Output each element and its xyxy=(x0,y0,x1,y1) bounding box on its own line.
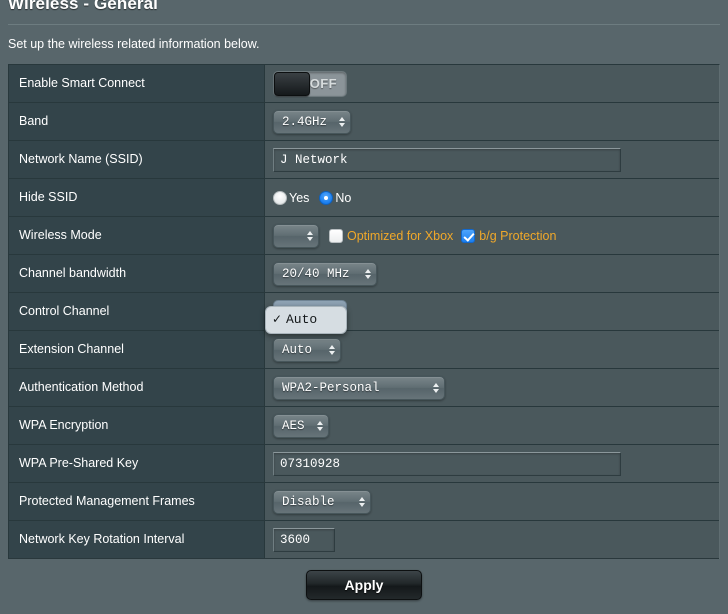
row-wpa-pre-shared-key: WPA Pre-Shared Key 07310928 xyxy=(9,445,719,483)
label-control-channel: Control Channel xyxy=(9,293,265,330)
label-channel-bandwidth: Channel bandwidth xyxy=(9,255,265,292)
control-channel-select-wrapper: ✓ Auto xyxy=(265,299,347,334)
protected-management-frames-select-value: Disable xyxy=(282,494,335,509)
checkbox-optimized-for-xbox[interactable]: Optimized for Xbox xyxy=(329,228,454,243)
checkbox-icon-xbox xyxy=(329,228,343,243)
value-authentication-method: WPA2-Personal xyxy=(265,369,719,406)
label-wireless-mode: Wireless Mode xyxy=(9,217,265,254)
hide-ssid-option-no[interactable]: No xyxy=(319,190,352,205)
page-title: Wireless - General xyxy=(8,0,158,13)
channel-bandwidth-select-value: 20/40 MHz xyxy=(282,266,350,281)
wpa-encryption-select-value: AES xyxy=(282,418,305,433)
value-enable-smart-connect: OFF xyxy=(265,65,719,102)
dropdown-item-auto-label: Auto xyxy=(286,311,318,327)
label-extension-channel: Extension Channel xyxy=(9,331,265,368)
row-authentication-method: Authentication Method WPA2-Personal xyxy=(9,369,719,407)
row-network-name: Network Name (SSID) J Network xyxy=(9,141,719,179)
apply-button-container: Apply xyxy=(0,570,728,600)
chevron-updown-icon xyxy=(339,116,345,127)
row-extension-channel: Extension Channel Auto xyxy=(9,331,719,369)
value-protected-management-frames: Disable xyxy=(265,483,719,520)
page-description: Set up the wireless related information … xyxy=(8,37,260,51)
checkbox-label-bg-protection: b/g Protection xyxy=(479,228,557,243)
hide-ssid-radio-group: Yes No xyxy=(273,190,352,205)
value-network-key-rotation-interval: 3600 xyxy=(265,521,719,558)
chevron-updown-icon xyxy=(329,344,335,355)
value-network-name: J Network xyxy=(265,141,719,178)
authentication-method-select-value: WPA2-Personal xyxy=(282,380,380,395)
checkmark-icon: ✓ xyxy=(272,312,283,326)
chevron-updown-icon xyxy=(317,420,323,431)
label-authentication-method: Authentication Method xyxy=(9,369,265,406)
value-wireless-mode: Optimized for Xbox b/g Protection xyxy=(265,217,719,254)
row-protected-management-frames: Protected Management Frames Disable xyxy=(9,483,719,521)
extension-channel-select[interactable]: Auto xyxy=(273,337,341,362)
dropdown-item-auto[interactable]: ✓ Auto xyxy=(266,310,346,330)
apply-button[interactable]: Apply xyxy=(306,570,422,600)
row-control-channel: Control Channel ✓ Auto xyxy=(9,293,719,334)
row-wpa-encryption: WPA Encryption AES xyxy=(9,407,719,445)
wireless-general-page: Wireless - General Set up the wireless r… xyxy=(0,0,728,614)
value-control-channel: ✓ Auto xyxy=(265,293,719,334)
ssid-input[interactable]: J Network xyxy=(273,147,621,172)
authentication-method-select[interactable]: WPA2-Personal xyxy=(273,375,445,400)
channel-bandwidth-select[interactable]: 20/40 MHz xyxy=(273,261,377,286)
smart-connect-toggle[interactable]: OFF xyxy=(273,70,347,97)
row-enable-smart-connect: Enable Smart Connect OFF xyxy=(9,65,719,103)
label-hide-ssid: Hide SSID xyxy=(9,179,265,216)
hide-ssid-no-label: No xyxy=(335,190,352,205)
row-hide-ssid: Hide SSID Yes No xyxy=(9,179,719,217)
band-select-value: 2.4GHz xyxy=(282,114,328,129)
label-wpa-pre-shared-key: WPA Pre-Shared Key xyxy=(9,445,265,482)
radio-icon-no xyxy=(319,190,334,205)
label-network-name: Network Name (SSID) xyxy=(9,141,265,178)
label-band: Band xyxy=(9,103,265,140)
checkbox-bg-protection[interactable]: b/g Protection xyxy=(461,228,557,243)
hide-ssid-yes-label: Yes xyxy=(289,190,310,205)
row-wireless-mode: Wireless Mode Optimized for Xbox b/g Pro… xyxy=(9,217,719,255)
chevron-updown-icon xyxy=(307,230,313,241)
chevron-updown-icon xyxy=(365,268,371,279)
row-band: Band 2.4GHz xyxy=(9,103,719,141)
protected-management-frames-select[interactable]: Disable xyxy=(273,489,371,514)
label-protected-management-frames: Protected Management Frames xyxy=(9,483,265,520)
wpa-pre-shared-key-input[interactable]: 07310928 xyxy=(273,451,621,476)
checkbox-icon-bg-protection xyxy=(461,228,476,243)
control-channel-dropdown-menu: ✓ Auto xyxy=(265,305,347,334)
chevron-updown-icon xyxy=(433,382,439,393)
wireless-mode-select[interactable] xyxy=(273,223,319,248)
value-channel-bandwidth: 20/40 MHz xyxy=(265,255,719,292)
label-enable-smart-connect: Enable Smart Connect xyxy=(9,65,265,102)
wpa-encryption-select[interactable]: AES xyxy=(273,413,329,438)
chevron-updown-icon xyxy=(359,496,365,507)
extension-channel-select-value: Auto xyxy=(282,342,313,357)
settings-table: Enable Smart Connect OFF Band 2.4GHz Net… xyxy=(8,64,720,559)
network-key-rotation-interval-input[interactable]: 3600 xyxy=(273,527,335,552)
value-hide-ssid: Yes No xyxy=(265,179,719,216)
row-channel-bandwidth: Channel bandwidth 20/40 MHz xyxy=(9,255,719,293)
value-wpa-encryption: AES xyxy=(265,407,719,444)
row-network-key-rotation-interval: Network Key Rotation Interval 3600 xyxy=(9,521,719,559)
title-divider xyxy=(8,24,720,25)
radio-icon-yes xyxy=(273,190,287,205)
value-extension-channel: Auto xyxy=(265,331,719,368)
wireless-mode-checkbox-group: Optimized for Xbox b/g Protection xyxy=(329,228,557,243)
value-band: 2.4GHz xyxy=(265,103,719,140)
value-wpa-pre-shared-key: 07310928 xyxy=(265,445,719,482)
toggle-state-label: OFF xyxy=(309,76,337,91)
label-wpa-encryption: WPA Encryption xyxy=(9,407,265,444)
band-select[interactable]: 2.4GHz xyxy=(273,109,351,134)
hide-ssid-option-yes[interactable]: Yes xyxy=(273,190,310,205)
checkbox-label-xbox: Optimized for Xbox xyxy=(347,228,454,243)
label-network-key-rotation-interval: Network Key Rotation Interval xyxy=(9,521,265,558)
toggle-knob xyxy=(274,71,310,96)
